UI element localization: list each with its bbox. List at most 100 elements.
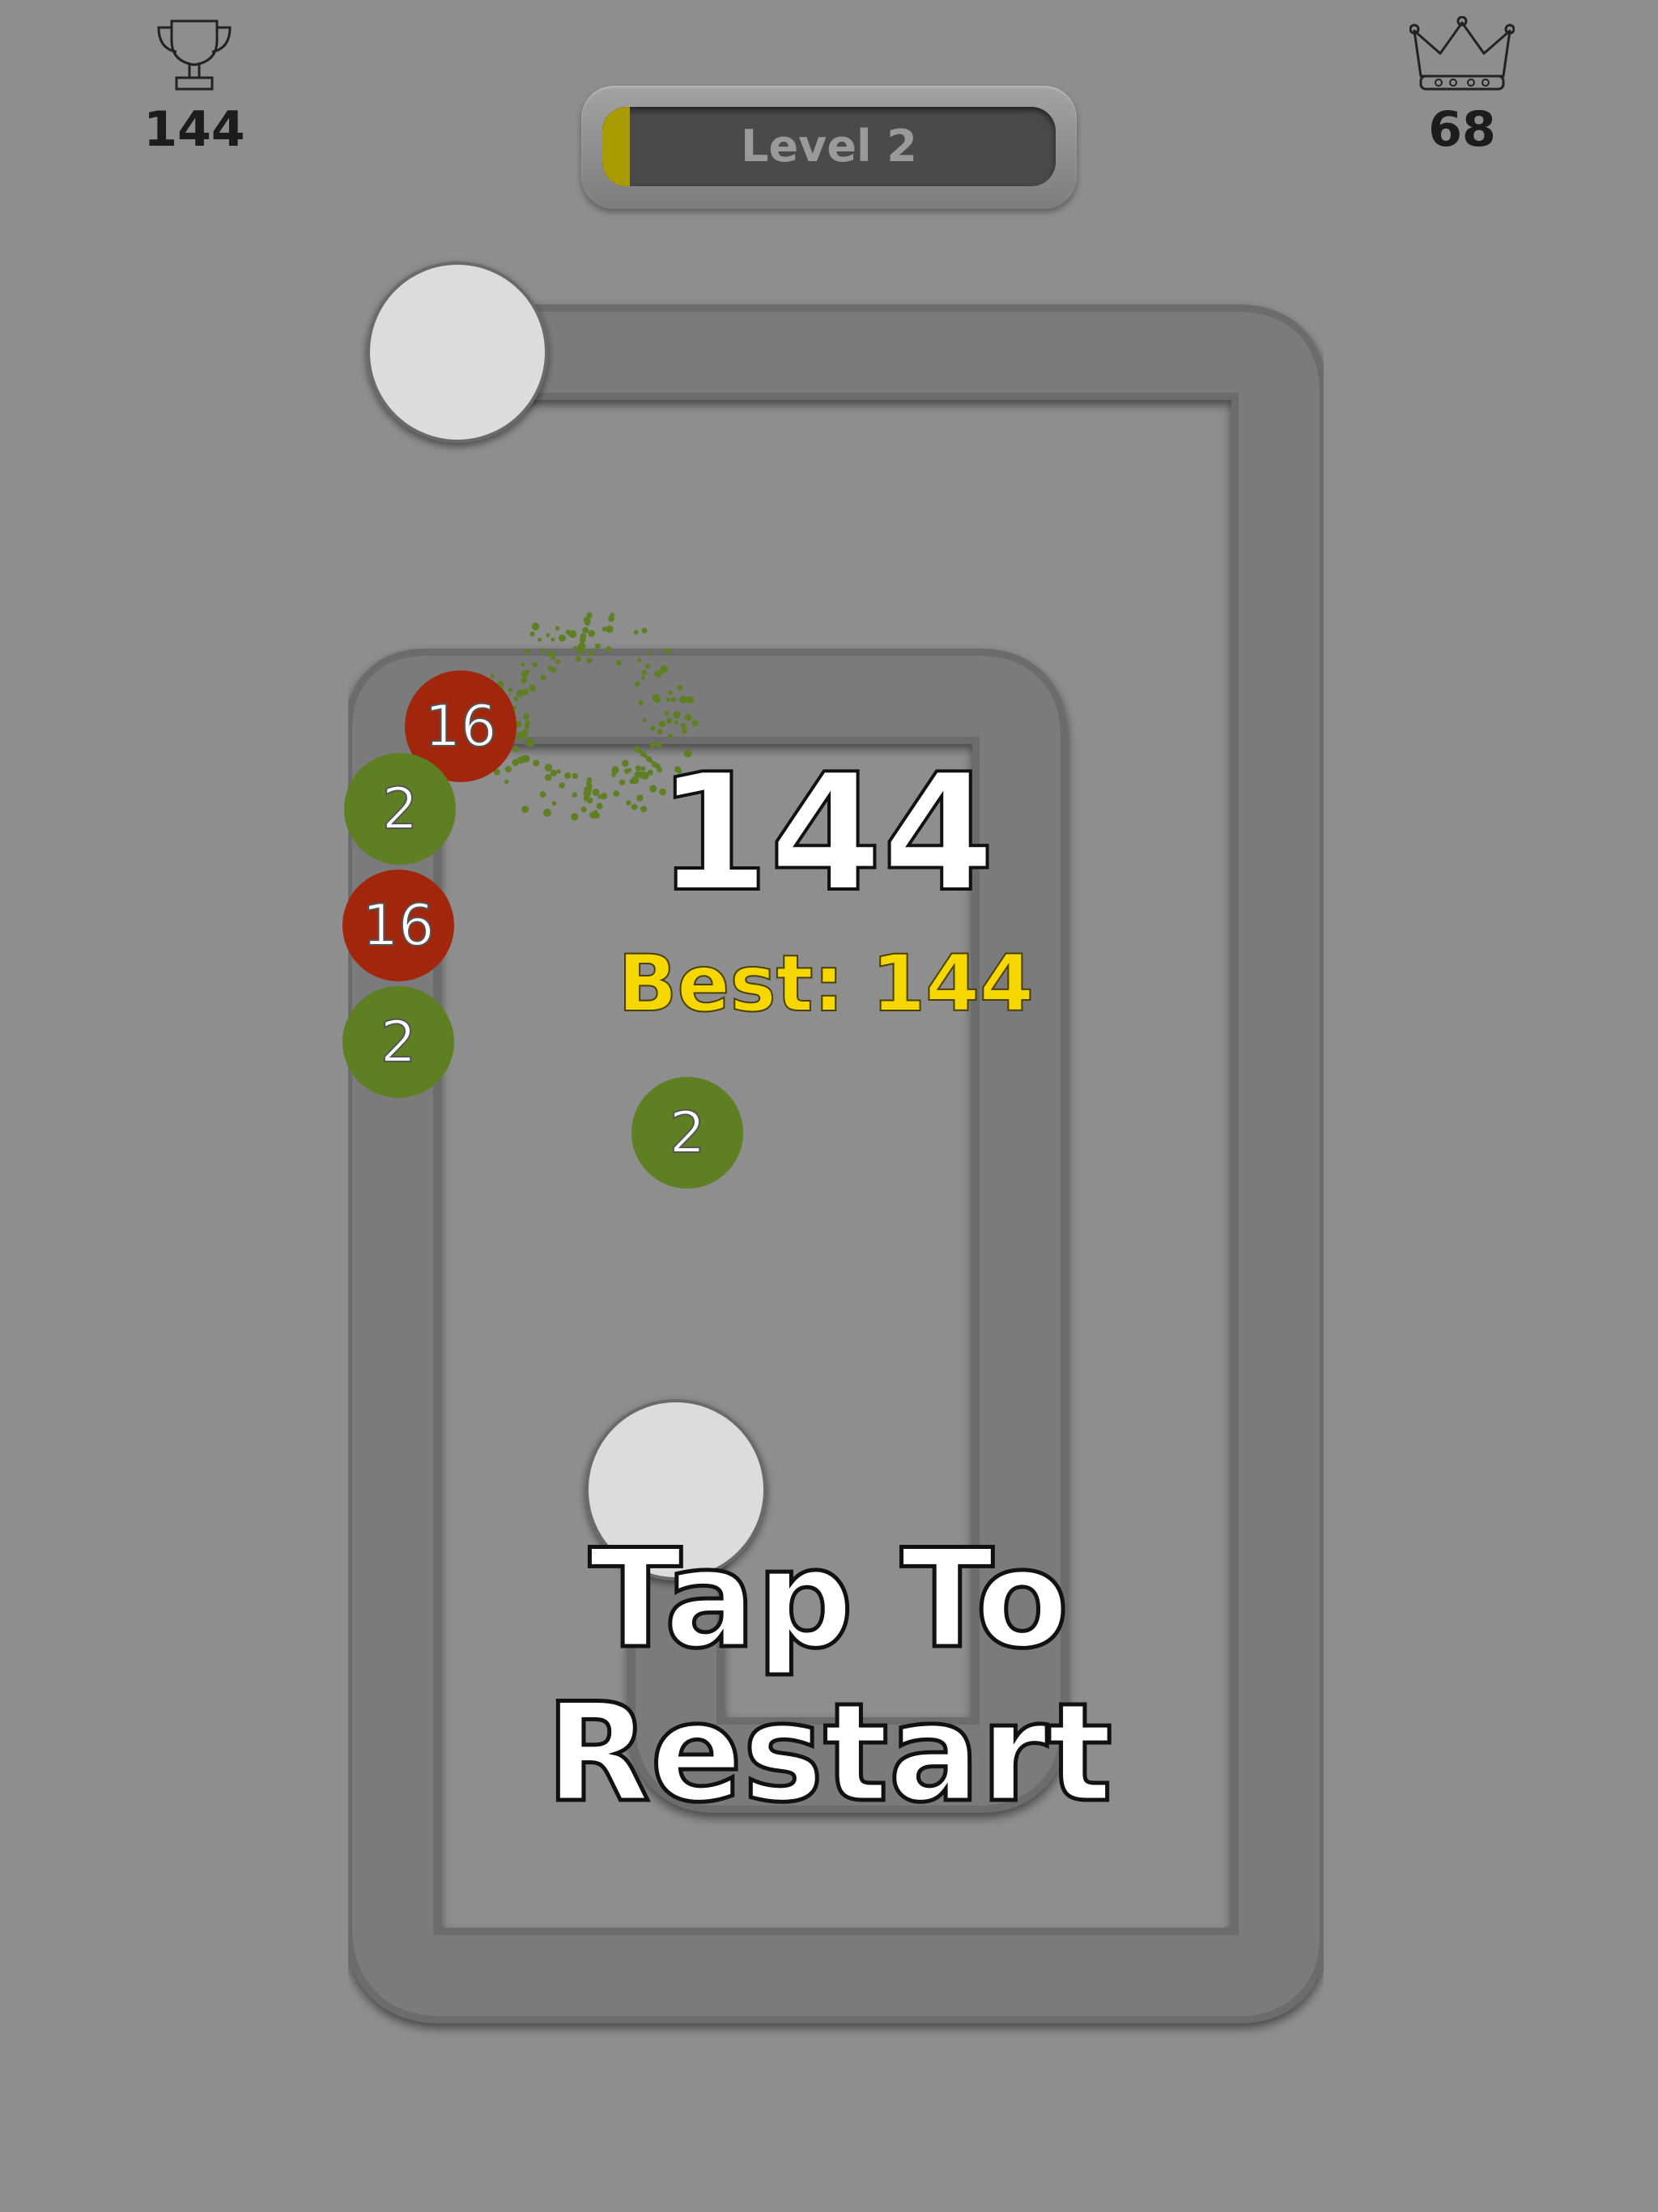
game-board	[345, 262, 1327, 2023]
final-score: 144	[655, 739, 996, 928]
particle	[540, 674, 546, 681]
particle	[660, 665, 669, 673]
particle	[543, 808, 552, 817]
particle	[611, 766, 619, 774]
particle	[572, 772, 578, 780]
particle	[641, 627, 648, 634]
particle	[652, 694, 660, 702]
particle	[589, 811, 597, 819]
particle	[571, 813, 579, 821]
start-hole	[367, 262, 548, 443]
particle	[616, 660, 622, 666]
particle	[640, 675, 645, 680]
particle	[674, 720, 678, 725]
particle	[532, 662, 538, 668]
particle	[559, 782, 565, 789]
particle	[541, 648, 546, 653]
particle	[583, 616, 591, 624]
particle	[531, 623, 540, 631]
particle	[619, 779, 626, 785]
ball-value: 2	[669, 1099, 707, 1167]
particle	[523, 713, 530, 721]
particle	[547, 650, 555, 658]
particle	[533, 759, 540, 767]
particle	[583, 789, 591, 798]
particle	[525, 725, 529, 730]
particle	[677, 684, 683, 691]
particle	[525, 669, 530, 674]
particle	[668, 690, 674, 696]
trophy-icon	[157, 19, 232, 91]
particle	[586, 657, 593, 664]
particle	[516, 689, 524, 697]
particle	[529, 684, 536, 692]
particle	[613, 790, 620, 798]
particle	[546, 633, 551, 638]
particle	[556, 769, 561, 774]
particle	[520, 677, 528, 684]
ball-16: 16	[342, 870, 454, 981]
particle	[582, 627, 589, 634]
crown-stat: 68	[1373, 16, 1551, 154]
particle	[691, 720, 699, 727]
particle	[555, 626, 560, 631]
particle	[594, 643, 601, 649]
game-screen[interactable]: 144 Level 2 68 16 2 16 2 2 144 Best: 144…	[0, 0, 1658, 2212]
particle	[559, 634, 566, 642]
particle	[517, 756, 525, 764]
particle	[588, 629, 596, 637]
level-progress-bar: Level 2	[581, 86, 1077, 209]
particle	[526, 738, 535, 747]
particle	[684, 713, 692, 721]
particle	[641, 670, 647, 675]
particle	[580, 806, 587, 813]
level-label: Level 2	[741, 121, 917, 172]
particle	[665, 697, 670, 702]
ball-value: 2	[380, 1008, 418, 1076]
particle	[657, 729, 663, 735]
particle	[686, 697, 691, 703]
particle	[551, 637, 555, 642]
particle	[521, 806, 529, 814]
particle	[575, 656, 582, 662]
particle	[606, 646, 612, 653]
particle	[606, 625, 614, 633]
particle	[547, 666, 553, 671]
particle	[656, 672, 661, 678]
particle	[529, 631, 535, 637]
particle	[525, 649, 530, 654]
crown-icon	[1409, 16, 1515, 91]
particle	[666, 717, 673, 724]
particle	[638, 700, 644, 706]
particle	[593, 789, 600, 796]
particle	[539, 791, 546, 798]
score-value: 144	[143, 101, 245, 158]
particle	[664, 711, 670, 717]
particle	[668, 733, 674, 739]
ball-value: 16	[423, 692, 497, 760]
particle	[504, 765, 512, 772]
particle	[680, 722, 687, 729]
level-progress-track: Level 2	[602, 107, 1056, 186]
particle	[544, 774, 552, 781]
ball-2: 2	[344, 753, 456, 865]
particle	[665, 648, 671, 654]
particle	[580, 633, 587, 640]
particle	[513, 696, 519, 702]
particle	[670, 696, 676, 703]
ball-2-loose: 2	[631, 1077, 743, 1189]
tap-to-restart-button[interactable]: Tap To Restart	[308, 1521, 1350, 1832]
particle	[544, 764, 553, 772]
particle	[610, 612, 615, 618]
particle	[508, 687, 513, 693]
particle	[611, 772, 616, 777]
particle	[596, 802, 603, 810]
particle	[626, 800, 631, 806]
crowns-value: 68	[1428, 101, 1496, 158]
particle	[490, 674, 495, 678]
particle	[597, 794, 602, 799]
particle	[659, 721, 666, 728]
particle	[675, 713, 681, 718]
particle	[572, 792, 578, 798]
score-stat: 144	[105, 16, 283, 154]
